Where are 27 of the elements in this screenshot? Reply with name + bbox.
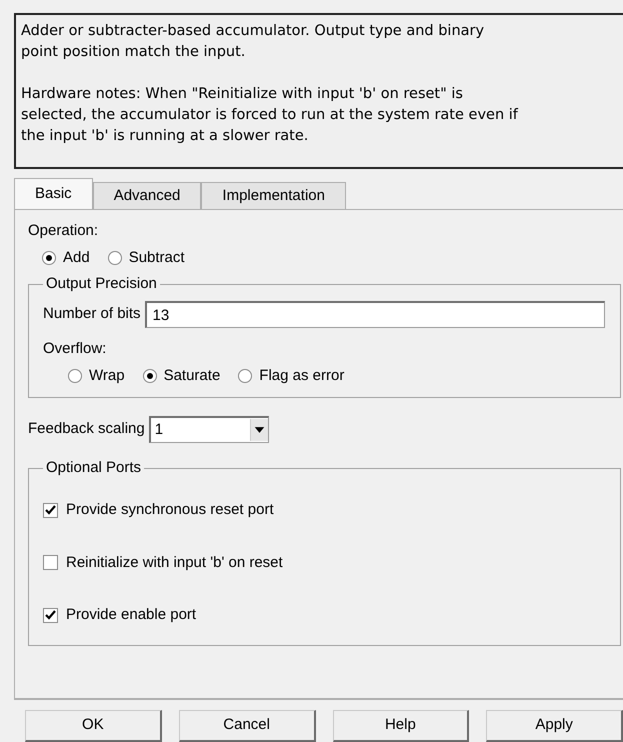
tab[interactable]: Basic — [14, 178, 93, 209]
group-title: Output Precision — [45, 275, 158, 293]
checkbox[interactable]: Provide enable port — [43, 604, 610, 626]
dialog-button[interactable]: Cancel — [178, 710, 316, 742]
tab[interactable]: Advanced — [92, 182, 202, 209]
operation-label: Operation: — [28, 221, 100, 241]
radio-button[interactable]: Add — [42, 246, 90, 269]
tab[interactable]: Implementation — [201, 182, 346, 209]
dialog-button[interactable]: OK — [25, 710, 162, 742]
dropdown[interactable]: 1 — [148, 416, 269, 443]
description-text: Adder or subtracter-based accumulator. Output type and binary point position match the input. — [21, 22, 486, 62]
dialog-button[interactable]: Apply — [486, 710, 623, 742]
dialog-button[interactable]: Help — [332, 710, 470, 742]
group-title: Optional Ports — [45, 459, 142, 477]
description-text: Hardware notes: When "Reinitialize with input 'b' on reset" is selected, the accumulator is forced to run at the system rate even if the input 'b' is running at a slower rate. — [21, 85, 520, 146]
radio-button[interactable]: Flag as error — [238, 364, 344, 387]
field-label: Number of bits — [43, 304, 141, 324]
radio-button[interactable]: Saturate — [142, 364, 220, 387]
checkbox[interactable]: Provide synchronous reset port — [43, 499, 610, 522]
radio-button[interactable]: Subtract — [108, 246, 185, 269]
radio-button[interactable]: Wrap — [68, 364, 125, 387]
checkbox[interactable]: Reinitialize with input 'b' on reset — [43, 552, 610, 574]
check-icon — [45, 504, 56, 516]
number-of-bits-field[interactable]: 13 — [144, 301, 605, 328]
check-icon — [45, 610, 56, 621]
field-label: Feedback scaling — [28, 419, 145, 440]
overflow-label: Overflow: — [43, 339, 108, 359]
